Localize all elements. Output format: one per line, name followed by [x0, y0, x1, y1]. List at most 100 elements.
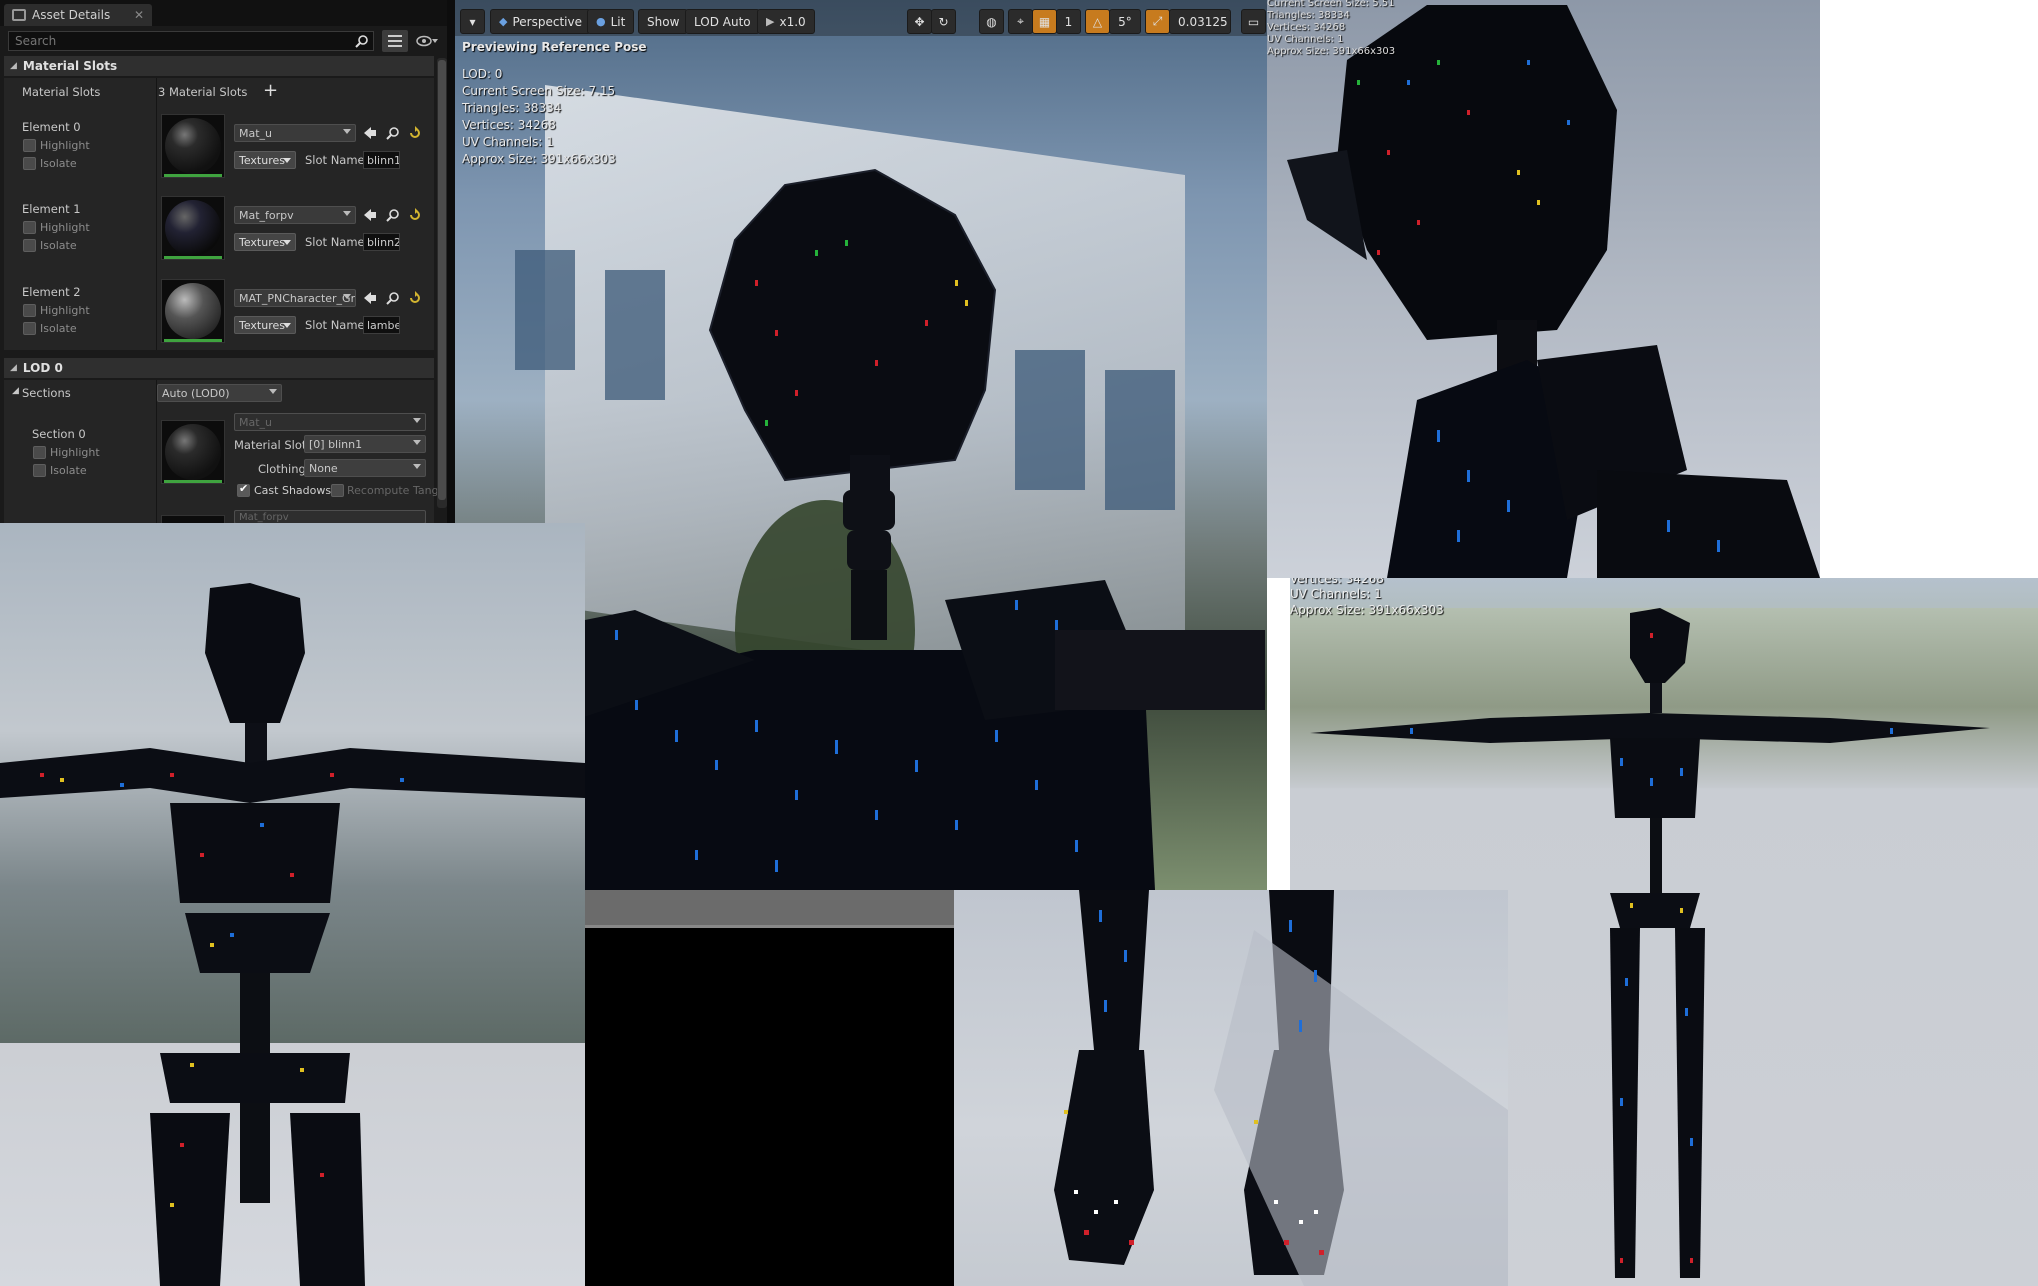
- element-1-isolate-label: Isolate: [40, 239, 77, 252]
- camera-speed-button[interactable]: ▭: [1241, 9, 1266, 34]
- element-0-material-thumbnail[interactable]: [161, 114, 225, 178]
- element-1-slot-name-field[interactable]: blinn2: [363, 233, 400, 251]
- add-slot-button[interactable]: +: [263, 80, 278, 101]
- section-1-material-thumbnail[interactable]: [161, 515, 225, 523]
- element-2-material-dropdown[interactable]: MAT_PNCharacter_Gr: [234, 289, 356, 307]
- section-0-material-thumbnail[interactable]: [161, 420, 225, 484]
- lit-button[interactable]: ● Lit: [587, 9, 635, 34]
- world-local-toggle[interactable]: ◍: [979, 9, 1004, 34]
- element-1-material-thumbnail[interactable]: [161, 196, 225, 260]
- sections-lod-dropdown[interactable]: Auto (LOD0): [157, 384, 282, 402]
- element-0-slot-name-field[interactable]: blinn1: [363, 151, 400, 169]
- textures-label: Textures: [239, 153, 285, 167]
- element-0-label: Element 0: [22, 120, 81, 134]
- thumbnail-highlight-bar: [164, 339, 222, 342]
- element-1-isolate-checkbox[interactable]: [23, 239, 36, 252]
- chevron-down-icon: ▾: [469, 14, 476, 29]
- section-1-material-dropdown[interactable]: Mat_forpv: [234, 510, 426, 523]
- material-preview-sphere: [165, 118, 221, 174]
- lod-0-category[interactable]: ◢ LOD 0: [4, 358, 434, 378]
- angle-icon: △: [1092, 14, 1103, 29]
- chevron-down-icon: [343, 129, 351, 134]
- stat-triangles: Triangles: 38334: [462, 101, 562, 115]
- chevron-down-icon: [343, 211, 351, 216]
- element-2-isolate-label: Isolate: [40, 322, 77, 335]
- element-1-highlight-checkbox[interactable]: [23, 221, 36, 234]
- search-box[interactable]: [8, 31, 374, 51]
- section-0-material-dropdown[interactable]: Mat_u: [234, 413, 426, 431]
- scale-snap-value-button[interactable]: 0.03125: [1169, 9, 1231, 34]
- material-slots-count: 3 Material Slots: [158, 85, 248, 99]
- section-0-isolate-checkbox[interactable]: [33, 464, 46, 477]
- element-2-highlight-checkbox[interactable]: [23, 304, 36, 317]
- thumbnail-highlight-bar: [164, 256, 222, 259]
- sections-collapse-icon[interactable]: ◢: [12, 386, 19, 396]
- browse-magnifier-icon[interactable]: [386, 208, 400, 222]
- viewport-options-button[interactable]: ▾: [460, 9, 485, 34]
- element-0-highlight-checkbox[interactable]: [23, 139, 36, 152]
- browse-magnifier-icon[interactable]: [386, 126, 400, 140]
- element-1-material-dropdown[interactable]: Mat_forpv: [234, 206, 356, 224]
- rotate-tool-button[interactable]: ↻: [931, 9, 956, 34]
- element-0-isolate-checkbox[interactable]: [23, 157, 36, 170]
- material-slots-category[interactable]: ◢ Material Slots: [4, 56, 434, 76]
- rotation-snap-value-button[interactable]: 5°: [1109, 9, 1141, 34]
- view-options-button[interactable]: [382, 30, 408, 52]
- visibility-button[interactable]: [412, 30, 442, 52]
- panel-scrollbar[interactable]: [437, 58, 447, 508]
- reset-arrow-icon[interactable]: [408, 126, 422, 140]
- search-icon: [355, 35, 368, 48]
- close-icon[interactable]: ✕: [134, 8, 144, 22]
- translate-tool-button[interactable]: ✥: [907, 9, 932, 34]
- section-0-highlight-label: Highlight: [50, 446, 100, 459]
- rotation-snap-toggle[interactable]: △: [1085, 9, 1110, 34]
- show-button[interactable]: Show: [638, 9, 689, 34]
- thumbnail-highlight-bar: [164, 480, 222, 483]
- element-0-highlight-label: Highlight: [40, 139, 90, 152]
- recompute-tangent-checkbox[interactable]: [331, 484, 344, 497]
- asset-details-tab[interactable]: Asset Details ✕: [4, 4, 152, 26]
- element-0-textures-dropdown[interactable]: Textures: [234, 151, 296, 169]
- material-slots-label: Material Slots: [22, 85, 101, 99]
- use-selected-arrow-icon[interactable]: [363, 208, 377, 222]
- element-2-material-thumbnail[interactable]: [161, 279, 225, 343]
- use-selected-arrow-icon[interactable]: [363, 126, 377, 140]
- play-icon: ▶: [766, 15, 775, 28]
- stat-vertices: Vertices: 34268: [462, 118, 556, 132]
- column-divider: [156, 78, 157, 350]
- capture-stat-uv-channels: UV Channels: 1: [1267, 34, 1344, 45]
- material-slot-dropdown[interactable]: [0] blinn1: [304, 435, 426, 453]
- textures-label: Textures: [239, 235, 285, 249]
- use-selected-arrow-icon[interactable]: [363, 291, 377, 305]
- scale-snap-toggle[interactable]: ⤢: [1145, 9, 1170, 34]
- reset-arrow-icon[interactable]: [408, 208, 422, 222]
- capture-stat-vertices: Vertices: 34268: [1267, 22, 1346, 33]
- grid-snap-toggle[interactable]: ▦: [1032, 9, 1057, 34]
- surface-snap-button[interactable]: ⌖: [1008, 9, 1033, 34]
- material-preview-sphere: [165, 424, 221, 480]
- playback-speed-button[interactable]: ▶ x1.0: [757, 9, 815, 34]
- sections-value: Auto (LOD0): [162, 386, 230, 400]
- scrollbar-thumb[interactable]: [438, 60, 446, 500]
- material-slot-value: [0] blinn1: [309, 437, 363, 451]
- scale-snap-value: 0.03125: [1178, 14, 1228, 29]
- lod-auto-button[interactable]: LOD Auto: [685, 9, 760, 34]
- grid-icon: ▦: [1038, 14, 1051, 29]
- reset-arrow-icon[interactable]: [408, 291, 422, 305]
- textures-label: Textures: [239, 318, 285, 332]
- capture-stat-uv-channels: UV Channels: 1: [1290, 587, 1382, 601]
- section-0-highlight-checkbox[interactable]: [33, 446, 46, 459]
- grid-size-button[interactable]: 1: [1056, 9, 1081, 34]
- capture-stat-triangles: Triangles: 38334: [1267, 10, 1350, 21]
- element-2-textures-dropdown[interactable]: Textures: [234, 316, 296, 334]
- element-2-isolate-checkbox[interactable]: [23, 322, 36, 335]
- browse-magnifier-icon[interactable]: [386, 291, 400, 305]
- lod-label: LOD Auto: [694, 14, 751, 29]
- clothing-dropdown[interactable]: None: [304, 459, 426, 477]
- element-2-slot-name-field[interactable]: lambe: [363, 316, 400, 334]
- element-1-textures-dropdown[interactable]: Textures: [234, 233, 296, 251]
- cast-shadows-checkbox[interactable]: [237, 482, 250, 497]
- element-0-material-dropdown[interactable]: Mat_u: [234, 124, 356, 142]
- search-input[interactable]: [9, 32, 373, 50]
- perspective-button[interactable]: ◆ Perspective: [490, 9, 591, 34]
